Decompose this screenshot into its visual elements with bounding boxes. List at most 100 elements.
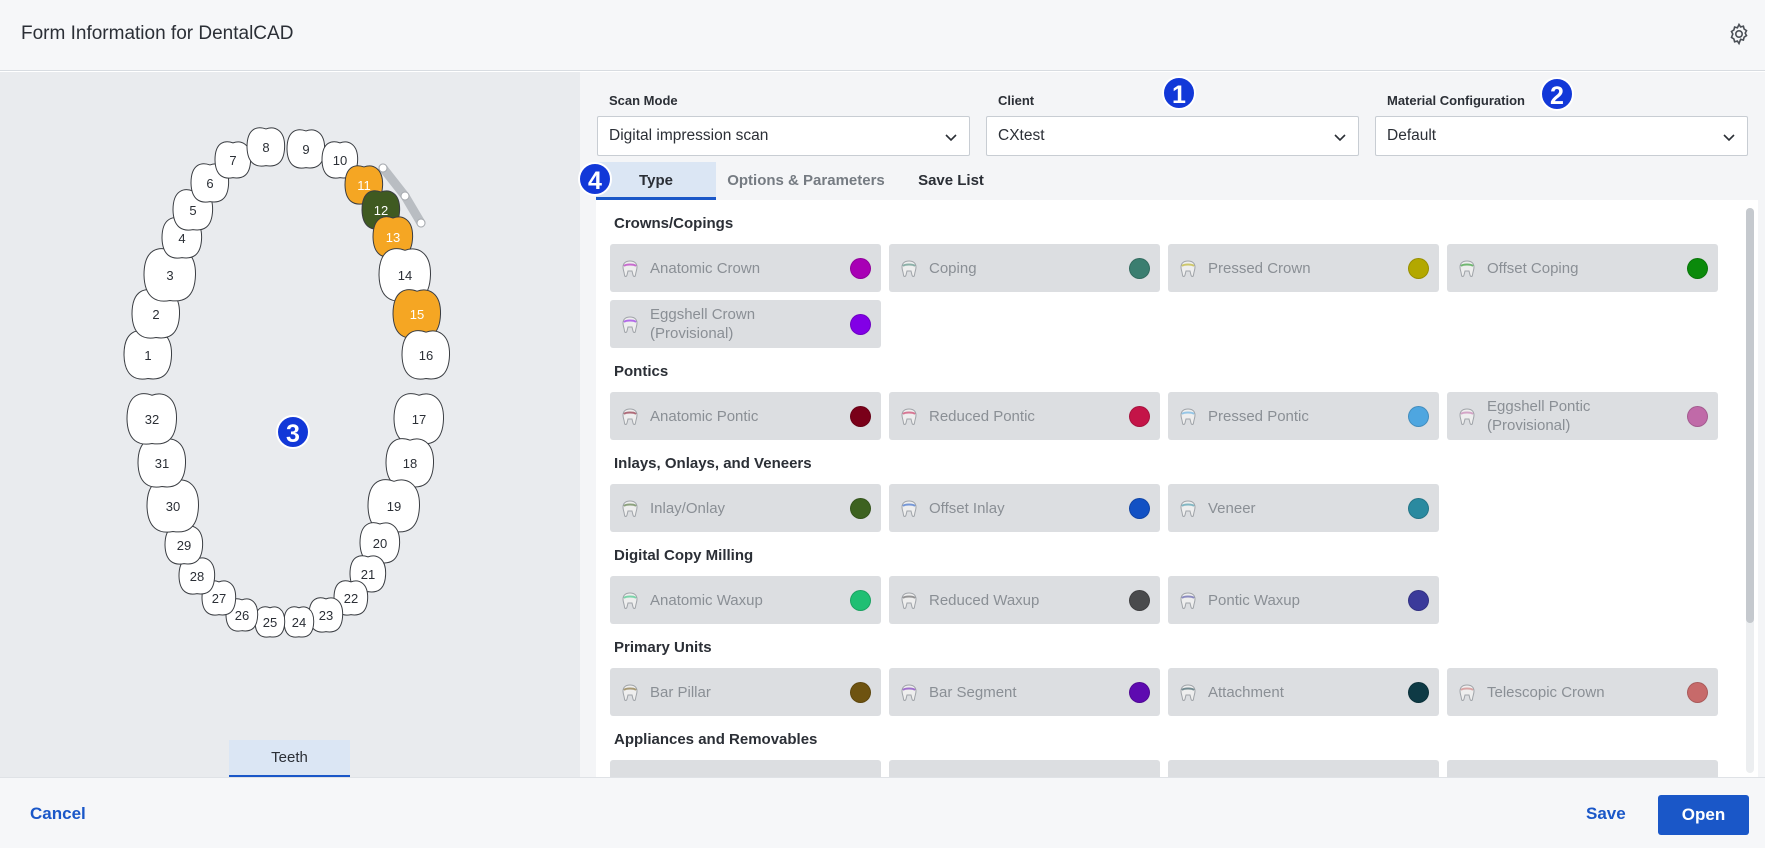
restoration-type-card[interactable]: Bar Segment bbox=[889, 668, 1160, 716]
restoration-type-card[interactable]: Bar Pillar bbox=[610, 668, 881, 716]
color-swatch[interactable] bbox=[1408, 258, 1429, 279]
restoration-type-name: Reduced Pontic bbox=[929, 407, 1035, 425]
tooth-31[interactable]: 31 bbox=[137, 438, 187, 488]
restoration-type-name: Bar Pillar bbox=[650, 683, 711, 701]
cancel-button[interactable]: Cancel bbox=[30, 804, 86, 824]
color-swatch[interactable] bbox=[1687, 682, 1708, 703]
restoration-type-card[interactable]: Reduced Waxup bbox=[889, 576, 1160, 624]
color-swatch[interactable] bbox=[850, 682, 871, 703]
tab-teeth[interactable]: Teeth bbox=[229, 740, 350, 778]
restoration-type-name: Offset Coping bbox=[1487, 259, 1579, 277]
restoration-type-card[interactable]: Attachment bbox=[1168, 668, 1439, 716]
color-swatch[interactable] bbox=[1129, 258, 1150, 279]
color-swatch[interactable] bbox=[1687, 258, 1708, 279]
restoration-type-card[interactable]: Offset Inlay bbox=[889, 484, 1160, 532]
color-swatch[interactable] bbox=[1129, 590, 1150, 611]
restoration-type-name: Anatomic Crown bbox=[650, 259, 761, 277]
connector-handle[interactable] bbox=[400, 191, 410, 201]
tooth-25[interactable]: 25 bbox=[254, 606, 286, 638]
tooth-number: 27 bbox=[212, 591, 226, 606]
restoration-type-card[interactable]: Offset Coping bbox=[1447, 244, 1718, 292]
color-swatch[interactable] bbox=[1408, 498, 1429, 519]
chevron-down-icon bbox=[1723, 134, 1735, 142]
scan-mode-value: Digital impression scan bbox=[609, 127, 769, 144]
color-swatch[interactable] bbox=[850, 406, 871, 427]
material-value: Default bbox=[1387, 127, 1437, 144]
color-swatch[interactable] bbox=[1687, 406, 1708, 427]
teeth-chart[interactable]: 12345678 91011121314151617181920212223242… bbox=[0, 72, 580, 742]
restoration-type-name: Pressed Pontic bbox=[1208, 407, 1309, 425]
tooth-32[interactable]: 32 bbox=[126, 393, 178, 445]
scan-mode-select[interactable]: Digital impression scan bbox=[597, 116, 970, 156]
restoration-type-card[interactable] bbox=[610, 760, 881, 777]
color-swatch[interactable] bbox=[850, 590, 871, 611]
tooth-number: 9 bbox=[302, 142, 309, 157]
tab-save-list[interactable]: Save List bbox=[896, 162, 1006, 200]
restoration-type-card[interactable]: Pressed Pontic bbox=[1168, 392, 1439, 440]
client-select[interactable]: CXtest bbox=[986, 116, 1359, 156]
restoration-type-card[interactable] bbox=[1447, 760, 1718, 777]
color-swatch[interactable] bbox=[850, 258, 871, 279]
restoration-type-card[interactable] bbox=[1168, 760, 1439, 777]
restoration-type-card[interactable]: Anatomic Pontic bbox=[610, 392, 881, 440]
tooth-23[interactable]: 23 bbox=[308, 597, 344, 633]
teeth-panel: 1 2 3 4 5 6 7 8 9 10 11 12 13 14 15 16 17 18 19 20 21 22 23 24 2… bbox=[0, 72, 580, 778]
color-swatch[interactable] bbox=[850, 498, 871, 519]
tooth-8[interactable]: 8 bbox=[246, 127, 286, 167]
tooth-number: 11 bbox=[357, 178, 371, 193]
color-swatch[interactable] bbox=[1408, 590, 1429, 611]
tooth-7[interactable]: 7 bbox=[214, 141, 252, 179]
tooth-24[interactable]: 24 bbox=[283, 606, 315, 638]
footer: Cancel Save Open bbox=[0, 777, 1765, 848]
restoration-type-card[interactable]: Eggshell Crown (Provisional) bbox=[610, 300, 881, 348]
tooth-number: 25 bbox=[263, 615, 277, 630]
chevron-down-icon bbox=[945, 134, 957, 142]
restoration-type-card[interactable]: Pressed Crown bbox=[1168, 244, 1439, 292]
restoration-type-card[interactable]: Coping bbox=[889, 244, 1160, 292]
marker-badge-1: 1 bbox=[1162, 76, 1196, 110]
connector-handle[interactable] bbox=[416, 218, 426, 228]
color-swatch[interactable] bbox=[850, 314, 871, 335]
tooth-17[interactable]: 17 bbox=[393, 393, 445, 445]
restoration-type-card[interactable]: Reduced Pontic bbox=[889, 392, 1160, 440]
tooth-type-icon bbox=[901, 260, 917, 277]
restoration-type-name: Eggshell Pontic (Provisional) bbox=[1487, 398, 1591, 434]
tooth-18[interactable]: 18 bbox=[385, 438, 435, 488]
tooth-type-icon bbox=[901, 592, 917, 609]
restoration-type-card[interactable]: Telescopic Crown bbox=[1447, 668, 1718, 716]
gear-icon[interactable] bbox=[1727, 22, 1751, 46]
restoration-type-card[interactable]: Veneer bbox=[1168, 484, 1439, 532]
open-button[interactable]: Open bbox=[1658, 795, 1749, 835]
restoration-type-card[interactable] bbox=[889, 760, 1160, 777]
tooth-number: 13 bbox=[386, 230, 400, 245]
marker-badge-3: 3 bbox=[276, 415, 310, 449]
tooth-9[interactable]: 9 bbox=[286, 129, 326, 169]
material-select[interactable]: Default bbox=[1375, 116, 1748, 156]
title-bar: Form Information for DentalCAD bbox=[0, 0, 1765, 71]
tooth-type-icon bbox=[1180, 684, 1196, 701]
tooth-number: 23 bbox=[319, 608, 333, 623]
connector-handle[interactable] bbox=[378, 163, 388, 173]
color-swatch[interactable] bbox=[1408, 682, 1429, 703]
scrollbar-thumb[interactable] bbox=[1746, 208, 1754, 623]
color-swatch[interactable] bbox=[1129, 498, 1150, 519]
tab-options-parameters[interactable]: Options & Parameters bbox=[718, 162, 894, 200]
restoration-type-name: Offset Inlay bbox=[929, 499, 1005, 517]
restoration-type-card[interactable]: Eggshell Pontic (Provisional) bbox=[1447, 392, 1718, 440]
save-button[interactable]: Save bbox=[1586, 804, 1626, 824]
tooth-number: 14 bbox=[398, 268, 412, 283]
chevron-down-icon bbox=[1334, 134, 1346, 142]
section-title: Primary Units bbox=[614, 639, 712, 656]
restoration-type-card[interactable]: Anatomic Waxup bbox=[610, 576, 881, 624]
tooth-number: 12 bbox=[374, 203, 388, 218]
color-swatch[interactable] bbox=[1129, 682, 1150, 703]
tooth-16[interactable]: 16 bbox=[401, 330, 451, 380]
tab-type[interactable]: Type bbox=[596, 162, 716, 200]
section-title: Pontics bbox=[614, 363, 669, 380]
restoration-type-card[interactable]: Inlay/Onlay bbox=[610, 484, 881, 532]
restoration-type-card[interactable]: Pontic Waxup bbox=[1168, 576, 1439, 624]
tooth-number: 17 bbox=[412, 412, 426, 427]
color-swatch[interactable] bbox=[1408, 406, 1429, 427]
color-swatch[interactable] bbox=[1129, 406, 1150, 427]
restoration-type-card[interactable]: Anatomic Crown bbox=[610, 244, 881, 292]
